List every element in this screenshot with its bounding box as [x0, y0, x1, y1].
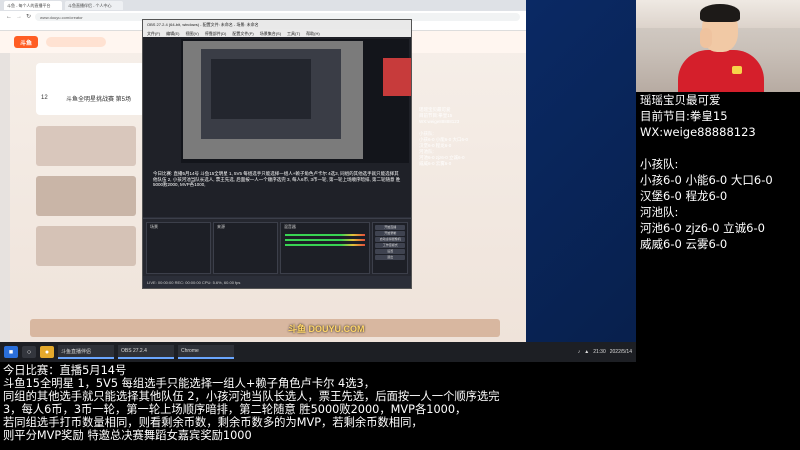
network-icon[interactable]: ▲: [584, 349, 589, 355]
menu-scene-collection[interactable]: 场景集合(S): [260, 31, 281, 36]
windows-start-icon[interactable]: ■: [4, 346, 18, 358]
studio-mode-button[interactable]: 工作室模式: [375, 243, 405, 248]
start-recording-button[interactable]: 开始录制: [375, 231, 405, 236]
clock[interactable]: 21:30: [593, 349, 606, 355]
info-panel: 瑶瑶宝贝最可爱 目前节目:拳皇15 WX:weige88888123 小孩队: …: [640, 92, 800, 362]
streamer-webcam: [636, 0, 800, 92]
side-thumbnail[interactable]: [36, 176, 136, 216]
system-tray: ♪ ▲ 21:30 2022/5/14: [578, 349, 632, 355]
follower-count: 12: [41, 95, 48, 101]
taskbar-task-douyu[interactable]: 斗鱼直播伴侣: [58, 345, 114, 359]
rules-line: 3，每人6币，3币一轮，第一轮上场顺序暗排，第二轮随意 胜5000败2000，M…: [3, 403, 467, 416]
dock-scenes[interactable]: 场景: [146, 222, 211, 274]
team-b-members: 威威6-0 云雾6-0: [640, 237, 728, 251]
taskbar-task-chrome[interactable]: Chrome: [178, 345, 234, 359]
volume-icon[interactable]: ♪: [578, 349, 581, 355]
back-arrow-icon[interactable]: ←: [6, 14, 12, 20]
obs-description-text: 今日比赛: 直播5月14号 斗鱼15全明星 1, 5V5 每组选手只能选择一组人…: [153, 171, 401, 188]
browser-tab-bar: 斗鱼 - 每个人的直播平台 斗鱼直播伴侣 - 个人中心: [0, 0, 526, 11]
dock-title: 混音器: [283, 224, 296, 229]
obs-title-bar: OBS 27.2.4 (64-bit, windows) - 配置文件: 未命名…: [143, 20, 411, 29]
rules-line: 若同组选手打币数量相同，则看剩余币数，剩余币数多的为MVP，若剩余币数相同，: [3, 416, 423, 429]
stream-info-card: [36, 63, 146, 115]
streamer-hair: [700, 4, 740, 22]
recursive-capture: [211, 59, 311, 119]
dock-title: 来源: [216, 224, 225, 229]
settings-button[interactable]: 设置: [375, 249, 405, 254]
menu-docks[interactable]: 停靠部件(D): [205, 31, 227, 36]
site-nav[interactable]: [46, 37, 106, 47]
search-icon[interactable]: ○: [22, 346, 36, 358]
browser-icon[interactable]: ●: [40, 346, 54, 358]
streamer-hand: [700, 28, 712, 48]
dock-title: 场景: [150, 224, 158, 229]
streamer-tagline: 瑶瑶宝贝最可爱: [640, 93, 721, 107]
side-thumbnail[interactable]: [36, 126, 136, 166]
team-a-members: 汉堡6-0 程龙6-0: [640, 189, 728, 203]
obs-overlay-text: 瑶瑶宝贝最可爱 目前节目:拳皇15 WX:weige88888123 小孩队: …: [419, 107, 469, 166]
date[interactable]: 2022/5/14: [610, 349, 632, 355]
rules-line: 今日比赛：直播5月14号: [3, 364, 127, 377]
start-streaming-button[interactable]: 开始直播: [375, 225, 405, 230]
douyu-watermark: 斗鱼 DOUYU.COM: [288, 324, 365, 334]
dock-sources[interactable]: 来源: [212, 222, 278, 274]
menu-file[interactable]: 文件(F): [147, 31, 160, 36]
rules-line: 同组的其他选手就只能选择其他队伍 2，小孩河池当队长选人，票王先选，后面按一人一…: [3, 390, 500, 403]
audio-meter: [284, 234, 366, 236]
rules-line: 斗鱼15全明星 1，5V5 每组选手只能选择一组人+赖子角色卢卡尔 4选3，: [3, 377, 375, 390]
audio-meter: [284, 244, 366, 246]
taskbar-task-obs[interactable]: OBS 27.2.4: [118, 345, 174, 359]
side-thumbnail[interactable]: [36, 226, 136, 266]
browser-tab-douyu[interactable]: 斗鱼 - 每个人的直播平台: [4, 1, 62, 10]
team-a-title: 小孩队:: [640, 157, 679, 171]
obs-preview[interactable]: 瑶瑶宝贝最可爱 目前节目:拳皇15 WX:weige88888123 小孩队: …: [143, 37, 468, 217]
obs-preview-canvas: [181, 39, 409, 163]
audio-meter: [284, 239, 366, 241]
jersey-logo: [732, 66, 742, 74]
refresh-icon[interactable]: ↻: [26, 13, 31, 20]
wechat-id: WX:weige88888123: [640, 125, 756, 139]
menu-edit[interactable]: 编辑(E): [166, 31, 179, 36]
forward-arrow-icon[interactable]: →: [16, 14, 22, 20]
menu-tools[interactable]: 工具(T): [287, 31, 300, 36]
menu-profile[interactable]: 配置文件(P): [232, 31, 253, 36]
left-rail: [0, 53, 10, 342]
match-rules: 今日比赛：直播5月14号 斗鱼15全明星 1，5V5 每组选手只能选择一组人+赖…: [3, 364, 798, 442]
team-b-members: 河池6-0 zjz6-0 立诚6-0: [640, 221, 765, 235]
obs-webcam-source: [383, 58, 411, 96]
virtual-camera-button[interactable]: 启动虚拟摄像机: [375, 237, 405, 242]
team-a-members: 小孩6-0 小能6-0 大口6-0: [640, 173, 773, 187]
browser-tab-creator[interactable]: 斗鱼直播伴侣 - 个人中心: [65, 1, 123, 10]
douyu-logo[interactable]: 斗鱼: [14, 36, 38, 48]
obs-window: OBS 27.2.4 (64-bit, windows) - 配置文件: 未命名…: [142, 19, 468, 289]
exit-button[interactable]: 退出: [375, 255, 405, 260]
menu-view[interactable]: 视图(V): [185, 31, 198, 36]
obs-docks: 场景 来源 混音器 开始直播 开始录制 启动虚拟摄像机 工作室模式 设置 退出: [143, 218, 411, 276]
dock-controls: 开始直播 开始录制 启动虚拟摄像机 工作室模式 设置 退出: [372, 222, 408, 274]
captured-desktop: 斗鱼 - 每个人的直播平台 斗鱼直播伴侣 - 个人中心 ← → ↻ www.do…: [0, 0, 636, 362]
menu-help[interactable]: 帮助(H): [306, 31, 320, 36]
current-program: 目前节目:拳皇15: [640, 109, 728, 123]
dock-audio-mixer[interactable]: 混音器: [279, 222, 371, 274]
obs-status-bar: LIVE: 00:00:00 REC: 00:00:00 CPU: 5.6%, …: [143, 277, 411, 288]
taskbar: ■ ○ ● 斗鱼直播伴侣 OBS 27.2.4 Chrome ♪ ▲ 21:30…: [0, 342, 636, 362]
rules-line: 则平分MVP奖励 特邀总决赛舞蹈女嘉宾奖励1000: [3, 429, 252, 442]
team-b-title: 河池队:: [640, 205, 679, 219]
gift-bar[interactable]: [30, 319, 500, 337]
obs-menu-bar: 文件(F) 编辑(E) 视图(V) 停靠部件(D) 配置文件(P) 场景集合(S…: [143, 29, 411, 37]
streamer-jersey: [678, 50, 764, 92]
room-title: 斗鱼全明星挑战赛 第5场: [66, 97, 132, 103]
